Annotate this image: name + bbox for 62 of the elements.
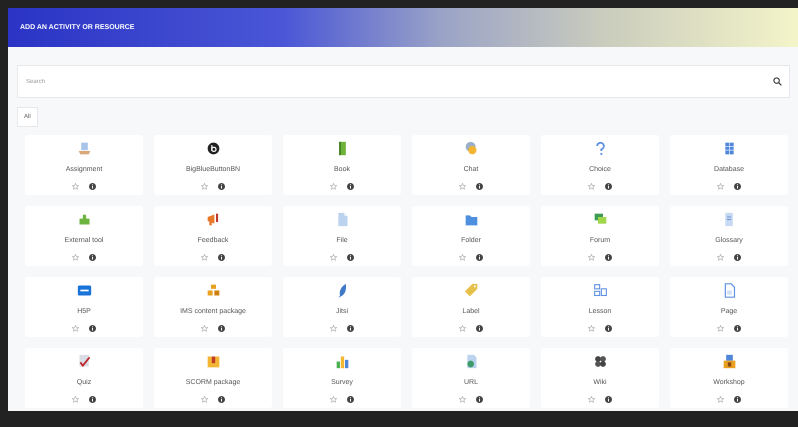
info-icon[interactable] (605, 254, 612, 261)
info-icon[interactable] (734, 396, 741, 403)
star-icon[interactable] (459, 254, 466, 261)
info-icon[interactable] (476, 396, 483, 403)
info-icon[interactable] (89, 396, 96, 403)
star-icon[interactable] (588, 325, 595, 332)
star-icon[interactable] (717, 396, 724, 403)
star-icon[interactable] (330, 396, 337, 403)
info-icon[interactable] (476, 254, 483, 261)
laptop-icon (76, 141, 92, 156)
info-icon[interactable] (347, 396, 354, 403)
star-icon[interactable] (330, 183, 337, 190)
star-icon[interactable] (201, 183, 208, 190)
star-icon[interactable] (717, 325, 724, 332)
star-icon[interactable] (717, 183, 724, 190)
info-icon[interactable] (605, 325, 612, 332)
megaphone-icon (206, 212, 220, 227)
info-icon[interactable] (605, 183, 612, 190)
star-icon[interactable] (72, 396, 79, 403)
search-icon[interactable] (773, 77, 782, 86)
bar-chart-icon (334, 354, 350, 369)
star-icon[interactable] (201, 325, 208, 332)
info-icon[interactable] (476, 325, 483, 332)
info-icon[interactable] (476, 183, 483, 190)
info-icon[interactable] (218, 396, 225, 403)
info-icon[interactable] (89, 254, 96, 261)
star-icon[interactable] (459, 325, 466, 332)
tag-icon (464, 283, 478, 298)
star-icon[interactable] (72, 325, 79, 332)
puzzle-icon (76, 212, 92, 227)
info-icon[interactable] (347, 183, 354, 190)
star-icon[interactable] (459, 396, 466, 403)
info-icon[interactable] (347, 254, 354, 261)
star-icon[interactable] (588, 254, 595, 261)
info-icon[interactable] (218, 325, 225, 332)
h5p-logo-icon (76, 283, 92, 298)
star-icon[interactable] (588, 183, 595, 190)
boxes-icon (206, 283, 220, 298)
info-icon[interactable] (218, 254, 225, 261)
chat-bubble-icon (464, 141, 478, 156)
info-icon[interactable] (605, 396, 612, 403)
info-icon[interactable] (218, 183, 225, 190)
star-icon[interactable] (72, 254, 79, 261)
info-icon[interactable] (89, 183, 96, 190)
info-icon[interactable] (89, 325, 96, 332)
package-icon (206, 354, 220, 369)
star-icon[interactable] (330, 325, 337, 332)
star-icon[interactable] (588, 396, 595, 403)
star-icon[interactable] (459, 183, 466, 190)
star-icon[interactable] (330, 254, 337, 261)
star-icon[interactable] (201, 396, 208, 403)
star-icon[interactable] (717, 254, 724, 261)
info-icon[interactable] (734, 183, 741, 190)
star-icon[interactable] (201, 254, 208, 261)
flower-icon (592, 354, 608, 369)
info-icon[interactable] (347, 325, 354, 332)
info-icon[interactable] (734, 254, 741, 261)
checklist-icon (76, 354, 92, 369)
info-icon[interactable] (734, 325, 741, 332)
circle-letter-icon (206, 141, 220, 156)
star-icon[interactable] (72, 183, 79, 190)
toolbox-icon (722, 354, 736, 369)
